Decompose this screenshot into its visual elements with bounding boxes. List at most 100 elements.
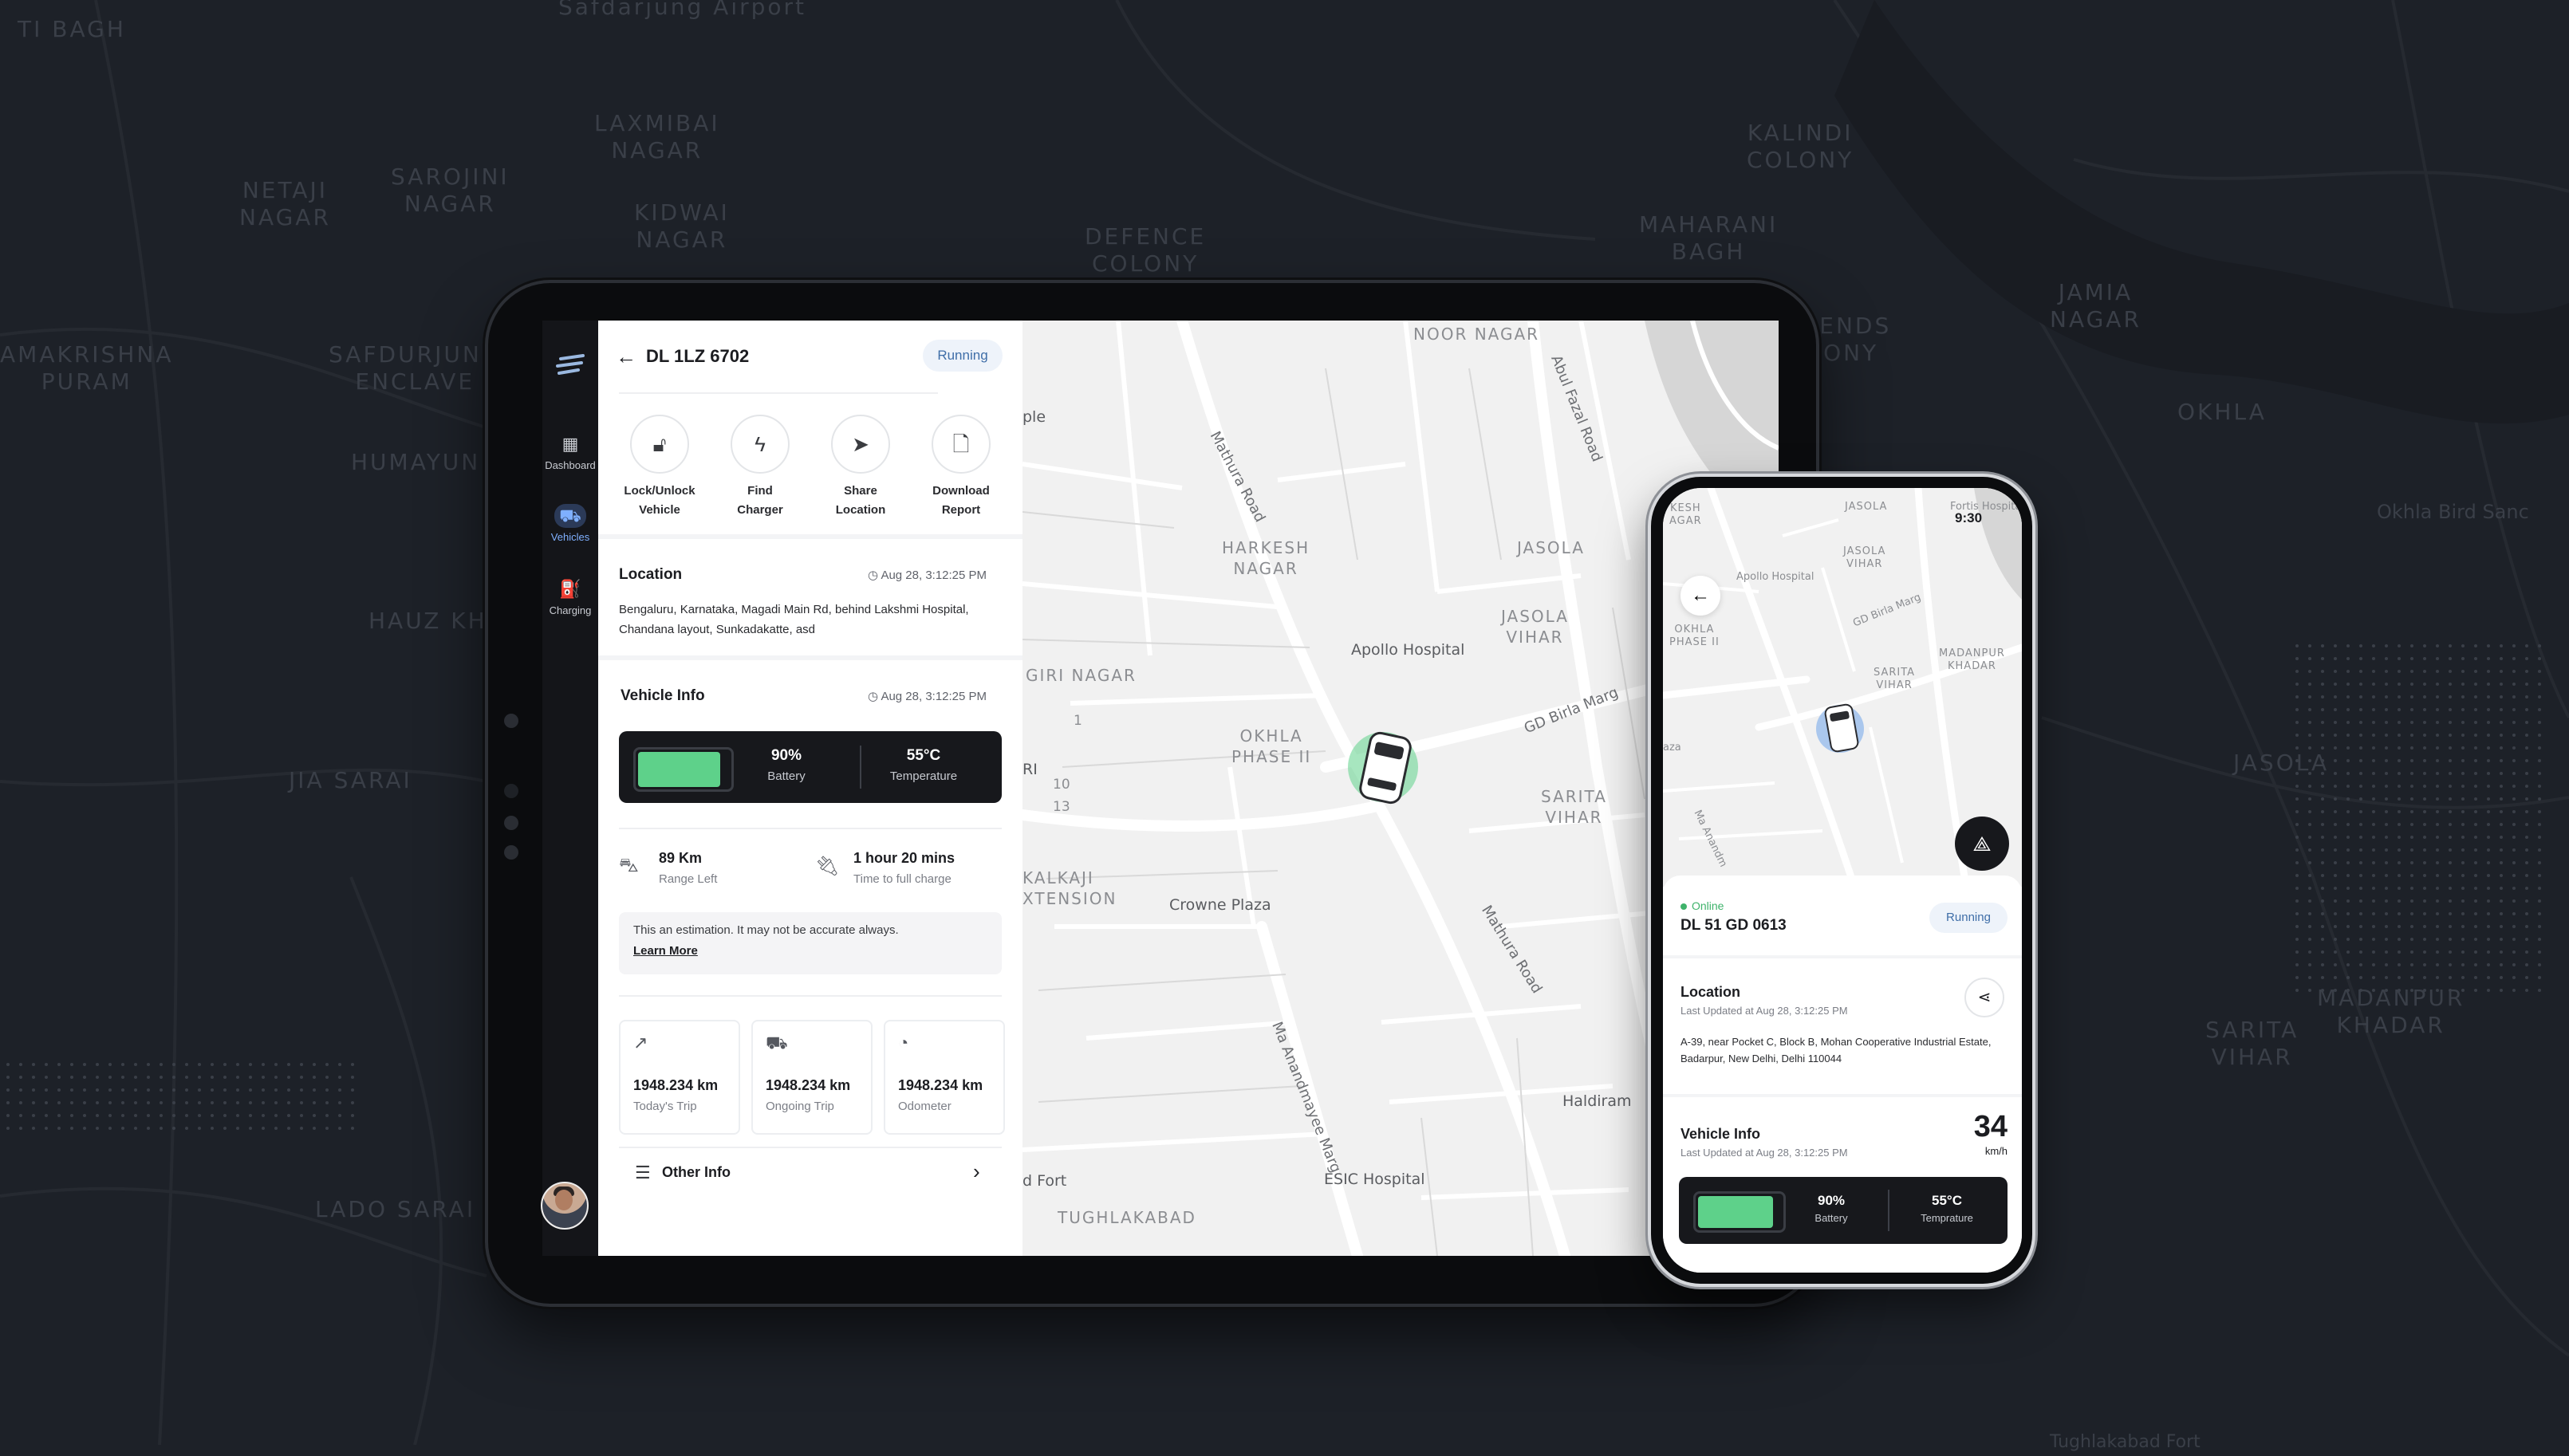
phone-share-button[interactable]: ⋖ <box>1964 978 2004 1017</box>
bg-dot <box>2474 644 2477 647</box>
bg-dot <box>2449 912 2452 915</box>
bg-dot <box>2525 938 2528 941</box>
online-status: Online <box>1680 899 1724 912</box>
bg-dot <box>2398 721 2401 724</box>
bg-dot <box>198 1101 201 1104</box>
bg-dot <box>2423 708 2426 711</box>
sidebar-item-dashboard[interactable]: ▦ Dashboard <box>542 432 598 471</box>
chevron-right-icon: › <box>973 1159 980 1183</box>
bg-dot <box>6 1063 10 1066</box>
bg-dot <box>198 1076 201 1079</box>
bg-dot <box>2449 721 2452 724</box>
sidebar-item-charging[interactable]: ⛽ Charging <box>542 577 598 616</box>
car-icon: ⛍ <box>619 855 639 876</box>
map-poi-label[interactable]: ESIC Hospital <box>1324 1171 1425 1188</box>
phone-map-label: JASOLA VIHAR <box>1843 545 1886 570</box>
phone-map-view[interactable]: KESH AGAR JASOLA Fortis Hospital Apollo … <box>1663 488 2022 887</box>
download-report-button[interactable]: 🗋 Download Report <box>913 415 1009 520</box>
bg-dot <box>172 1088 175 1092</box>
bg-dot <box>2334 695 2337 698</box>
bg-dot <box>2410 644 2413 647</box>
bg-dot <box>2295 963 2299 966</box>
map-poi-label[interactable]: Haldiram <box>1562 1092 1632 1110</box>
bg-dot <box>2500 823 2503 826</box>
bg-dot <box>2385 683 2388 686</box>
phone-back-button[interactable]: ← <box>1680 576 1720 616</box>
map-poi-label[interactable]: d Fort <box>1022 1172 1066 1190</box>
bg-dot <box>2359 683 2362 686</box>
bg-dot <box>2474 861 2477 864</box>
bg-dot <box>2449 708 2452 711</box>
bg-dot <box>121 1063 124 1066</box>
bg-dot <box>2334 746 2337 750</box>
phone-map-layers-button[interactable]: ⟁ <box>1955 817 2009 871</box>
bg-dot <box>2474 887 2477 890</box>
bg-dot <box>2538 670 2541 673</box>
find-charger-button[interactable]: ϟ Find Charger <box>712 415 808 520</box>
map-poi-label[interactable]: RI <box>1022 761 1038 778</box>
action-label: Download Report <box>932 484 990 517</box>
bg-dot <box>2398 683 2401 686</box>
bg-dot <box>2500 950 2503 954</box>
bg-map-label: AMAKRISHNA PURAM <box>0 341 174 395</box>
todays-trip-card: ↗ 1948.234 km Today's Trip <box>619 1020 740 1135</box>
bg-dot <box>2385 721 2388 724</box>
map-poi-label[interactable]: Apollo Hospital <box>1351 641 1464 659</box>
speedometer-icon: ◔ <box>898 1033 909 1053</box>
learn-more-link[interactable]: Learn More <box>633 944 698 958</box>
share-icon: ⋖ <box>1977 989 1992 1006</box>
bg-dot <box>236 1063 239 1066</box>
bg-dot <box>2512 683 2516 686</box>
bg-dot <box>274 1076 278 1079</box>
bg-dot <box>2308 950 2311 954</box>
bg-dot <box>2334 912 2337 915</box>
speed-value: 34 <box>1973 1110 2008 1143</box>
bg-dot <box>2436 861 2439 864</box>
bg-dot <box>2346 721 2350 724</box>
bg-dot <box>2500 938 2503 941</box>
bg-dot <box>2295 938 2299 941</box>
bg-dot <box>2321 695 2324 698</box>
bg-dot <box>2474 670 2477 673</box>
bg-dot <box>2461 963 2465 966</box>
bg-dot <box>2436 823 2439 826</box>
user-avatar[interactable] <box>541 1182 589 1230</box>
bg-dot <box>2461 759 2465 762</box>
bg-dot <box>2525 950 2528 954</box>
bg-dot <box>19 1063 22 1066</box>
bg-dot <box>2321 899 2324 903</box>
bg-dot <box>2538 785 2541 788</box>
sidebar-item-vehicles[interactable]: ⛟ Vehicles <box>542 504 598 543</box>
bg-dot <box>2359 938 2362 941</box>
bg-dot <box>2295 721 2299 724</box>
bg-dot <box>2385 912 2388 915</box>
app-logo-icon[interactable] <box>542 352 598 388</box>
map-poi-label[interactable]: ple <box>1022 408 1046 426</box>
bg-dot <box>313 1101 316 1104</box>
bg-dot <box>2334 925 2337 928</box>
bg-dot <box>57 1063 61 1066</box>
bg-dot <box>2385 976 2388 979</box>
bg-dot <box>2334 683 2337 686</box>
bg-dot <box>2461 874 2465 877</box>
bg-dot <box>2359 899 2362 903</box>
bg-dot <box>2321 848 2324 852</box>
bg-dot <box>2385 848 2388 852</box>
bg-dot <box>2423 976 2426 979</box>
lock-unlock-button[interactable]: 🔓︎ Lock/Unlock Vehicle <box>612 415 707 520</box>
bg-dot <box>2359 695 2362 698</box>
bg-dot <box>108 1114 112 1117</box>
back-arrow-icon[interactable]: ← <box>616 344 636 369</box>
bg-dot <box>2410 810 2413 813</box>
bg-dot <box>198 1127 201 1130</box>
bg-dot <box>2525 823 2528 826</box>
bg-dot <box>6 1101 10 1104</box>
bg-dot <box>2398 810 2401 813</box>
map-poi-label[interactable]: Crowne Plaza <box>1169 896 1271 914</box>
other-info-row[interactable]: ☰ Other Info › <box>619 1150 1002 1198</box>
bg-dot <box>160 1088 163 1092</box>
share-location-button[interactable]: ➤ Share Location <box>813 415 908 520</box>
bg-dot <box>2500 848 2503 852</box>
bg-dot <box>2525 912 2528 915</box>
bg-dot <box>2295 734 2299 737</box>
